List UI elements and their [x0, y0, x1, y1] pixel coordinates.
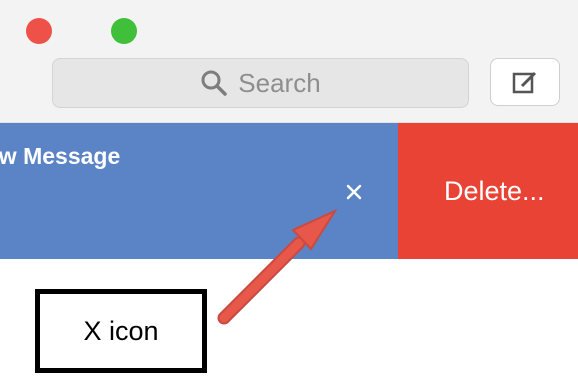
window-titlebar: Search [0, 0, 578, 123]
annotation-callout: X icon [35, 289, 207, 373]
mail-window: Search ew Message Delete... [0, 0, 578, 380]
search-placeholder: Search [238, 67, 321, 98]
message-title: ew Message [0, 143, 121, 169]
annotation-label: X icon [83, 315, 159, 346]
x-icon [346, 184, 362, 200]
message-row-content[interactable]: ew Message [0, 123, 398, 259]
window-minimize-button[interactable] [68, 18, 94, 44]
compose-icon [512, 71, 537, 94]
message-row[interactable]: ew Message Delete... [0, 123, 578, 259]
window-close-button[interactable] [26, 18, 52, 44]
delete-label: Delete... [444, 175, 545, 206]
delete-button[interactable]: Delete... [398, 123, 578, 259]
compose-button[interactable] [490, 58, 560, 106]
search-icon [201, 70, 228, 96]
window-zoom-button[interactable] [111, 18, 137, 44]
search-field[interactable]: Search [52, 58, 469, 108]
dismiss-button[interactable] [340, 178, 368, 206]
